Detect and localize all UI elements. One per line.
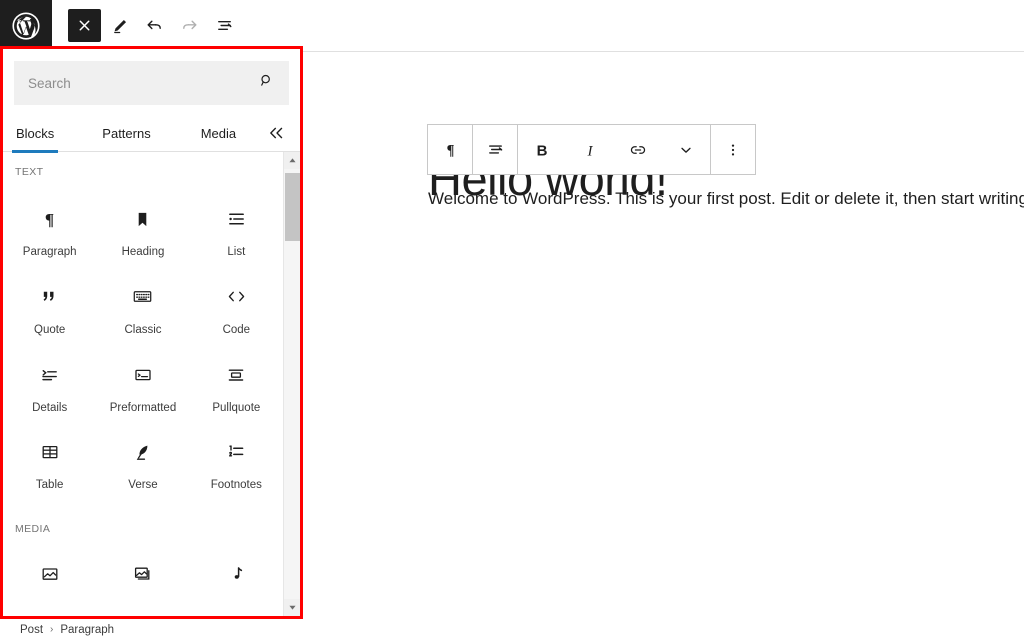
block-item-verse[interactable]: Verse [96, 427, 189, 505]
block-item-image[interactable] [3, 549, 96, 613]
block-toolbar: ¶ B I [427, 124, 756, 175]
inserter-tabs: Blocks Patterns Media [3, 115, 300, 153]
text-blocks-grid: ¶ Paragraph Heading List Quote Classic C… [3, 194, 283, 505]
block-label: Footnotes [210, 479, 262, 492]
tab-media[interactable]: Media [201, 115, 236, 152]
editor-top-bar [0, 0, 1024, 52]
top-bar-tools [52, 9, 241, 42]
toolbar-group-options [710, 125, 755, 174]
media-blocks-grid [3, 549, 283, 613]
block-item-footnotes[interactable]: Footnotes [190, 427, 283, 505]
toolbar-group-align [472, 125, 517, 174]
block-item-preformatted[interactable]: Preformatted [96, 350, 189, 428]
block-label: Quote [34, 323, 66, 336]
close-inserter-button[interactable] [68, 9, 101, 42]
block-label: List [227, 246, 246, 258]
block-item-paragraph[interactable]: ¶ Paragraph [3, 194, 96, 272]
category-label-media: MEDIA [15, 523, 51, 536]
list-view-button[interactable] [208, 9, 241, 42]
blocks-scroll-area: TEXT ¶ Paragraph Heading List Quote Clas… [3, 152, 300, 616]
scrollbar-track[interactable] [284, 169, 301, 599]
tab-patterns[interactable]: Patterns [102, 115, 150, 152]
block-item-audio[interactable] [190, 549, 283, 613]
scroll-down-arrow-icon[interactable] [283, 599, 300, 616]
breadcrumb-item-post[interactable]: Post [20, 624, 43, 636]
inserter-scrollbar[interactable] [283, 152, 300, 616]
details-icon [40, 360, 59, 390]
search-icon [258, 72, 275, 94]
svg-text:B: B [537, 142, 548, 159]
italic-icon[interactable]: I [566, 140, 614, 160]
undo-button[interactable] [138, 9, 171, 42]
block-label: Paragraph [22, 246, 77, 258]
post-paragraph[interactable]: Welcome to WordPress. This is your first… [428, 189, 1024, 209]
block-label: Details [32, 401, 68, 414]
bookmark-icon [133, 204, 152, 234]
breadcrumb: Post › Paragraph [0, 619, 1024, 639]
search-area [3, 49, 300, 115]
block-label: Classic [124, 323, 162, 336]
wordpress-block-editor: Blocks Patterns Media TEXT [0, 0, 1024, 639]
category-label-text: TEXT [15, 166, 44, 178]
image-icon [40, 559, 60, 589]
svg-text:¶: ¶ [446, 143, 454, 158]
align-icon[interactable] [473, 140, 517, 159]
audio-icon [226, 559, 246, 589]
block-label: Table [35, 479, 64, 492]
link-icon[interactable] [614, 140, 662, 160]
edit-pencil-button[interactable] [103, 9, 136, 42]
block-label: Preformatted [109, 401, 177, 414]
block-item-pullquote[interactable]: Pullquote [190, 350, 283, 428]
block-item-heading[interactable]: Heading [96, 194, 189, 272]
search-input[interactable] [28, 75, 250, 91]
quill-icon [133, 437, 153, 467]
block-label: Code [222, 323, 251, 336]
quote-icon [40, 282, 59, 312]
breadcrumb-separator-icon: › [50, 624, 54, 635]
block-inserter-panel: Blocks Patterns Media TEXT [0, 46, 303, 619]
blocks-list: TEXT ¶ Paragraph Heading List Quote Clas… [3, 152, 283, 616]
chevron-down-icon[interactable] [662, 141, 710, 159]
keyboard-icon [132, 282, 153, 312]
pullquote-icon [226, 360, 246, 390]
scroll-up-arrow-icon[interactable] [283, 152, 300, 169]
block-label: Pullquote [212, 401, 261, 414]
preformatted-icon [133, 360, 153, 390]
svg-text:¶: ¶ [45, 210, 54, 229]
vertical-dots-icon[interactable] [711, 141, 755, 159]
redo-button[interactable] [173, 9, 206, 42]
search-box[interactable] [14, 61, 289, 105]
block-item-table[interactable]: Table [3, 427, 96, 505]
block-label: Heading [121, 246, 165, 258]
wordpress-logo[interactable] [0, 0, 52, 52]
list-icon [227, 204, 246, 234]
block-item-classic[interactable]: Classic [96, 272, 189, 350]
block-item-code[interactable]: Code [190, 272, 283, 350]
block-item-details[interactable]: Details [3, 350, 96, 428]
svg-text:I: I [587, 143, 594, 159]
gallery-icon [133, 559, 153, 589]
pilcrow-icon: ¶ [40, 204, 59, 234]
table-icon [40, 437, 60, 467]
block-item-gallery[interactable] [96, 549, 189, 613]
block-item-quote[interactable]: Quote [3, 272, 96, 350]
toolbar-group-format: B I [517, 125, 710, 174]
pilcrow-icon[interactable]: ¶ [428, 141, 472, 158]
block-item-list[interactable]: List [190, 194, 283, 272]
toolbar-group-blocktype: ¶ [428, 125, 472, 174]
angle-brackets-icon [226, 282, 247, 312]
double-chevron-left-icon[interactable] [267, 123, 287, 143]
footnotes-icon [226, 437, 246, 467]
scrollbar-thumb[interactable] [284, 173, 300, 241]
editor-canvas: Hello world! ¶ B I Welcome to WordPress.… [303, 52, 1024, 619]
bold-icon[interactable]: B [518, 140, 566, 160]
block-label: Verse [128, 479, 158, 492]
breadcrumb-item-paragraph[interactable]: Paragraph [60, 624, 114, 636]
tab-blocks[interactable]: Blocks [11, 115, 59, 153]
